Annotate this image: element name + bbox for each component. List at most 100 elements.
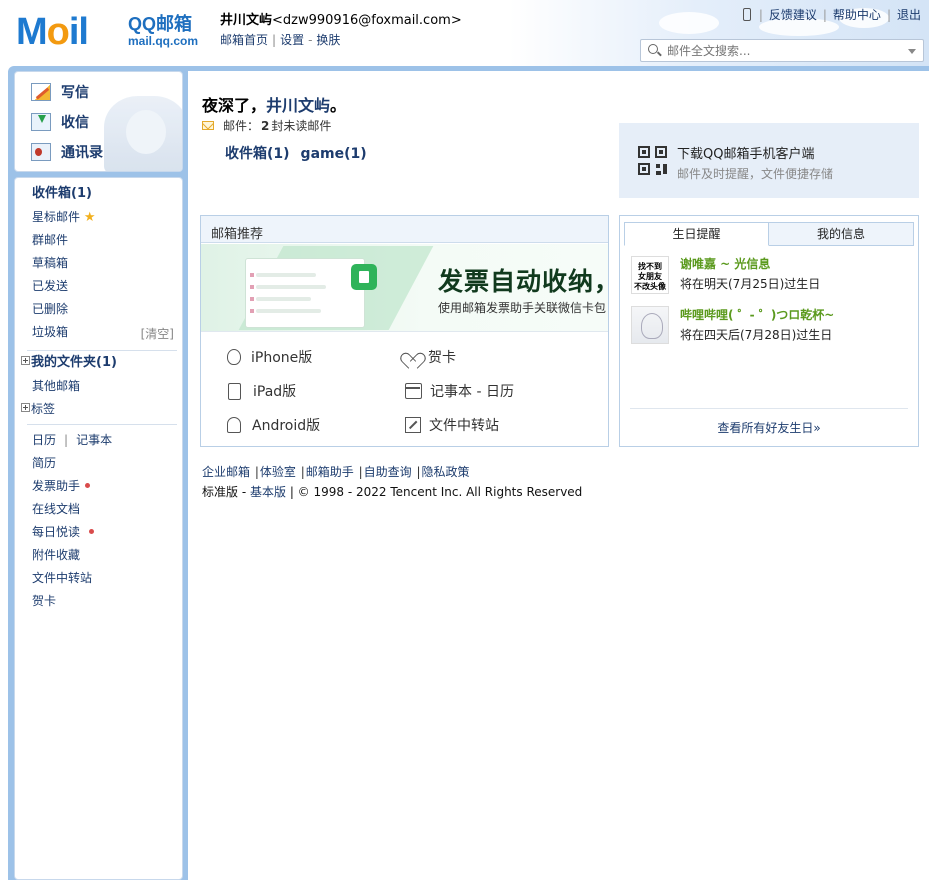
footer-copyright: 标准版 - 基本版 | © 1998 - 2022 Tencent Inc. A… <box>202 485 583 499</box>
view-all-birthdays-link[interactable]: 查看所有好友生日» <box>620 419 918 436</box>
contacts-button[interactable]: 通讯录 <box>31 141 103 163</box>
banner-title: 发票自动收纳， <box>438 267 608 296</box>
tags-label: 标签 <box>31 402 56 416</box>
rec-notebook-calendar-label: 记事本 - 日历 <box>430 384 514 400</box>
sidebar-item-my-folders[interactable]: 我的文件夹(1) <box>21 355 117 371</box>
clear-spam-link[interactable]: [清空] <box>141 325 174 342</box>
tablet-icon <box>228 382 241 400</box>
rec-transfer[interactable]: 文件中转站 <box>405 415 499 435</box>
expand-icon[interactable] <box>21 356 30 365</box>
promo-subtitle: 邮件及时提醒，文件便捷存储 <box>677 167 834 181</box>
banner-illustration <box>245 258 365 328</box>
pencil-icon <box>31 83 51 101</box>
divider <box>27 424 177 425</box>
sidebar-item-deleted[interactable]: 已删除 <box>32 301 68 317</box>
divider <box>27 350 177 351</box>
rec-android-label: Android版 <box>252 418 321 434</box>
footer-link-enterprise[interactable]: 企业邮箱 <box>202 465 250 479</box>
sidebar-item-other-mail[interactable]: 其他邮箱 <box>32 378 80 394</box>
avatar[interactable]: 找不到 女朋友 不改头像 <box>631 256 669 294</box>
rec-android[interactable]: Android版 <box>227 415 320 435</box>
rec-transfer-label: 文件中转站 <box>429 418 499 434</box>
tab-birthday-reminder[interactable]: 生日提醒 <box>624 222 769 246</box>
greeting-suffix: 。 <box>330 96 347 115</box>
footer-link-assistant[interactable]: 邮箱助手 <box>306 465 354 479</box>
contacts-card-icon <box>31 143 51 161</box>
rec-notebook-calendar[interactable]: 记事本 - 日历 <box>405 381 514 401</box>
folder-link-inbox[interactable]: 收件箱(1) <box>225 146 290 162</box>
search-icon <box>648 44 658 54</box>
invoice-label: 发票助手 <box>32 479 81 493</box>
folder-shortcuts: 收件箱(1) game(1) <box>225 143 378 163</box>
sidebar-item-spam[interactable]: 垃圾箱 <box>32 324 68 340</box>
link-settings[interactable]: 设置 <box>280 33 304 47</box>
sidebar-item-inbox[interactable]: 收件箱(1) <box>32 186 92 202</box>
compose-button[interactable]: 写信 <box>31 81 89 103</box>
rec-iphone[interactable]: iPhone版 <box>227 347 312 367</box>
sidebar-actions: 写信 收信 通讯录 <box>14 71 183 172</box>
greeting-prefix: 夜深了， <box>202 96 267 115</box>
user-links: 邮箱首页 | 设置 - 换肤 <box>220 33 341 47</box>
sidebar-item-calendar[interactable]: 日历 <box>32 433 56 447</box>
footer-link-self-service[interactable]: 自助查询 <box>364 465 412 479</box>
banner-subtitle: 使用邮箱发票助手关联微信卡包 <box>438 301 607 315</box>
link-logout[interactable]: 退出 <box>897 6 921 23</box>
folder-link-game[interactable]: game(1) <box>301 146 367 162</box>
link-change-skin[interactable]: 换肤 <box>316 33 340 47</box>
sidebar-item-tags[interactable]: 标签 <box>21 401 55 417</box>
sidebar-item-invoice[interactable]: 发票助手 <box>32 478 91 494</box>
birthday-friend-name[interactable]: 谢唯嘉 ~ 光信息 <box>680 255 770 272</box>
greeting: 夜深了，井川文屿。 <box>202 92 346 116</box>
user-identity: 井川文屿<dzw990916@foxmail.com> <box>220 12 462 30</box>
divider <box>630 408 908 409</box>
sidebar-item-daily[interactable]: 每日悦读 <box>32 524 95 540</box>
link-mail-home[interactable]: 邮箱首页 <box>220 33 268 47</box>
sidebar-item-starred[interactable]: 星标邮件 ★ <box>32 209 96 226</box>
receive-button[interactable]: 收信 <box>31 111 89 133</box>
footer-link-lab[interactable]: 体验室 <box>260 465 296 479</box>
birthday-tabs: 生日提醒 我的信息 <box>624 222 914 246</box>
sidebar-item-cards[interactable]: 贺卡 <box>32 593 56 609</box>
search-input[interactable] <box>667 42 897 59</box>
link-help[interactable]: 帮助中心 <box>833 6 881 23</box>
sidebar-item-group[interactable]: 群邮件 <box>32 232 68 248</box>
unread-count[interactable]: 2 <box>261 119 269 133</box>
qq-mail-logo[interactable]: Moil QQ邮箱 mail.qq.com <box>16 12 206 52</box>
calendar-icon <box>405 383 422 399</box>
search-box[interactable] <box>640 39 924 62</box>
sidebar-item-resume[interactable]: 简历 <box>32 455 56 471</box>
unread-suffix[interactable]: 封未读邮件 <box>271 117 331 134</box>
invoice-icon <box>351 264 377 290</box>
avatar[interactable] <box>631 306 669 344</box>
version-basic-link[interactable]: 基本版 <box>250 485 286 499</box>
chevron-down-icon[interactable] <box>908 49 916 54</box>
daily-label: 每日悦读 <box>32 525 81 539</box>
qr-code-icon <box>638 146 668 176</box>
sidebar-item-transfer[interactable]: 文件中转站 <box>32 570 92 586</box>
mobile-app-promo[interactable]: 下载QQ邮箱手机客户端 邮件及时提醒，文件便捷存储 <box>619 123 919 198</box>
logo-mail-text: Moil <box>16 11 89 53</box>
unread-summary: 邮件： 2 封未读邮件 <box>202 117 331 134</box>
rec-cards[interactable]: 贺卡 <box>404 347 456 367</box>
sidebar-item-docs[interactable]: 在线文档 <box>32 501 80 517</box>
sidebar-item-notebook[interactable]: 记事本 <box>76 433 112 447</box>
sidebar-item-drafts[interactable]: 草稿箱 <box>32 255 68 271</box>
sidebar-item-sent[interactable]: 已发送 <box>32 278 68 294</box>
sidebar-item-attachments[interactable]: 附件收藏 <box>32 547 80 563</box>
invoice-banner[interactable]: 发票自动收纳， 使用邮箱发票助手关联微信卡包 <box>201 244 608 332</box>
top-links: | 反馈建议 | 帮助中心 | 退出 <box>742 6 921 23</box>
sidebar-item-starred-label: 星标邮件 <box>32 210 81 224</box>
mobile-phone-icon[interactable] <box>742 8 751 21</box>
header: Moil QQ邮箱 mail.qq.com 井川文屿<dzw990916@fox… <box>0 0 929 68</box>
android-icon <box>227 417 241 433</box>
tab-my-info[interactable]: 我的信息 <box>769 222 914 246</box>
link-feedback[interactable]: 反馈建议 <box>769 6 817 23</box>
birthday-friend-name[interactable]: 哔哩哔哩( ゜- ゜)つロ乾杯~ <box>680 306 834 323</box>
greeting-name[interactable]: 井川文屿 <box>266 96 330 115</box>
expand-icon[interactable] <box>21 403 30 412</box>
star-icon: ★ <box>83 210 96 225</box>
logo-url: mail.qq.com <box>128 34 199 48</box>
rec-ipad[interactable]: iPad版 <box>228 381 296 401</box>
footer-link-privacy[interactable]: 隐私政策 <box>422 465 470 479</box>
birthday-date: 将在四天后(7月28日)过生日 <box>680 328 833 342</box>
